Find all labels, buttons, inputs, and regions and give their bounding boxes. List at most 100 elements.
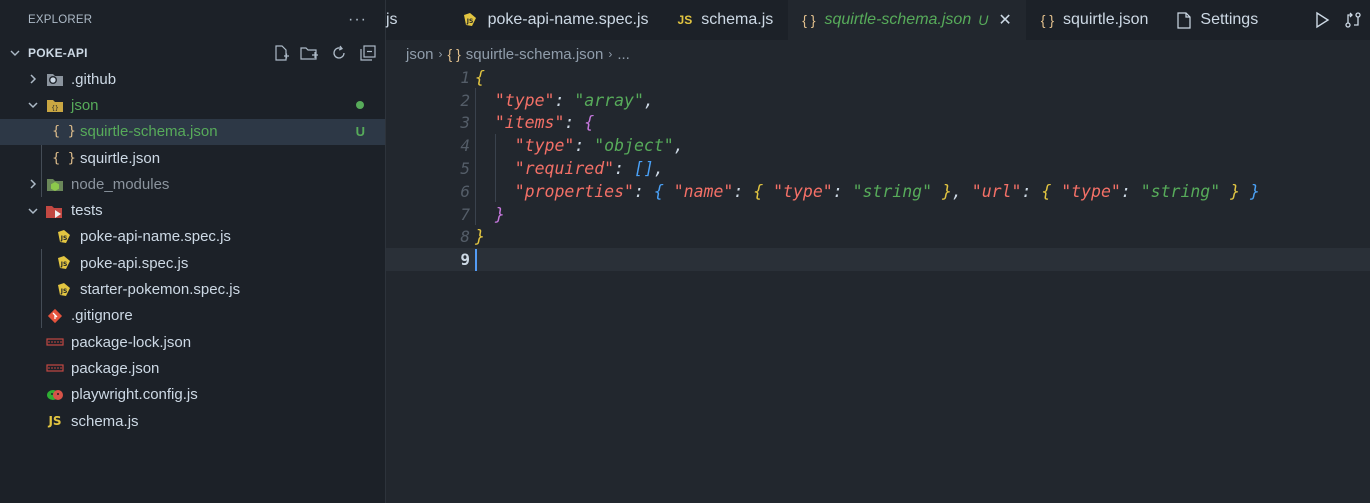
breadcrumb-more[interactable]: ... [617,46,630,63]
tab-squirtle-schema-json[interactable]: { } squirtle-schema.json U ✕ [788,0,1027,40]
code-line: 4 "type": "object", [386,134,1370,157]
collapse-all-icon[interactable] [358,43,377,62]
explorer-title: EXPLORER [28,14,93,26]
tree-file[interactable]: JS poke-api-name.spec.js [0,224,385,250]
line-number: 5 [460,159,470,179]
untracked-badge: U [978,12,989,28]
code-text: "type": "array", [494,90,654,110]
playwright-file-icon [45,386,65,404]
code-line: 8 } [386,226,1370,249]
code-line: 1 { [386,66,1370,89]
code-text: { [475,67,485,87]
tab-poke-api-name-spec-js[interactable]: JS poke-api-name.spec.js [418,0,664,40]
node-folder-icon [45,175,65,193]
tab-settings[interactable]: Settings [1163,0,1274,40]
chevron-right-icon[interactable] [25,73,41,85]
tab-label: poke-api-name.spec.js [487,11,649,28]
spec-file-icon: JS [54,281,74,299]
tab-schema-js[interactable]: JS schema.js [663,0,789,40]
svg-text:JS: JS [60,235,68,242]
tree-file[interactable]: { } squirtle.json [0,145,385,171]
json-file-icon: { } [52,124,76,140]
run-icon[interactable] [1314,11,1330,29]
chevron-down-icon[interactable] [25,206,41,216]
breadcrumb-folder[interactable]: json [406,46,434,63]
breadcrumb: json › { } squirtle-schema.json › ... [406,42,630,66]
changes-dot [356,101,364,110]
explorer-header: EXPLORER ··· [0,0,385,40]
tree-file[interactable]: playwright.config.js [0,382,385,408]
tests-folder-icon [45,202,65,220]
explorer-sidebar: EXPLORER ··· POKE-API .github {} json { } sq… [0,0,386,503]
tree-file[interactable]: package-lock.json [0,329,385,355]
refresh-icon[interactable] [329,43,348,62]
tree-file[interactable]: { } squirtle-schema.json U [0,118,385,145]
tree-folder[interactable]: {} json [0,92,385,118]
tree-file[interactable]: package.json [0,355,385,381]
tree-folder[interactable]: node_modules [0,171,385,197]
tree-item-label: .github [71,70,117,88]
tree-folder[interactable]: tests [0,197,385,223]
untracked-badge: U [355,124,365,140]
tree-file[interactable]: .gitignore [0,303,385,329]
code-line: 2 "type": "array", [386,89,1370,112]
tree-item-label: squirtle.json [80,149,161,167]
line-number: 2 [460,90,470,110]
github-folder-icon [45,70,65,88]
tab-label: squirtle-schema.json [824,11,972,28]
tab-label: js [386,11,398,28]
json-file-icon: { } [802,12,816,28]
more-actions-icon[interactable]: ··· [348,11,367,29]
current-line: 9 [386,248,1370,272]
compare-changes-icon[interactable] [1344,11,1362,29]
editor-actions [1300,0,1370,40]
editor-tabs: js JS poke-api-name.spec.js JS schema.js { } s… [386,0,1370,40]
line-number: 6 [460,181,470,201]
line-number: 3 [460,113,470,133]
tab-js[interactable]: js [386,0,419,40]
project-section-header[interactable]: POKE-API [0,40,385,66]
code-line: 6 "properties": { "name": { "type": "str… [386,180,1370,203]
chevron-right-icon: › [438,47,443,61]
chevron-down-icon[interactable] [25,100,41,110]
new-file-icon[interactable] [271,43,290,62]
code-text: "type": "object", [514,136,684,156]
tree-file[interactable]: JS schema.js [0,408,385,434]
svg-text:JS: JS [465,18,473,25]
code-line: 3 "items": { [386,112,1370,135]
code-text: "properties": { "name": { "type": "strin… [514,181,1260,201]
settings-file-icon [1177,11,1191,29]
tree-item-label: tests [71,202,103,220]
line-number: 8 [460,227,470,247]
close-icon[interactable]: ✕ [998,10,1011,30]
tree-file[interactable]: JS starter-pokemon.spec.js [0,276,385,302]
tree-item-label: json [71,96,99,114]
tree-item-label: .gitignore [71,307,133,325]
breadcrumb-file[interactable]: squirtle-schema.json [466,46,604,63]
tree-item-label: poke-api.spec.js [80,254,189,272]
js-file-icon: JS [677,13,693,27]
tab-squirtle-json[interactable]: { } squirtle.json [1026,0,1164,40]
tree-item-label: squirtle-schema.json [80,123,218,141]
text-cursor [475,248,477,271]
npm-file-icon [45,359,65,377]
chevron-down-icon [8,47,22,59]
file-tree: .github{} json{ } squirtle-schema.json U{ }… [0,66,385,434]
code-line: 5 "required": [], [386,157,1370,180]
code-text: } [494,204,505,224]
project-title: POKE-API [28,46,88,60]
chevron-right-icon: › [608,47,613,61]
json-folder-icon: {} [45,96,65,114]
json-file-icon: { } [1040,12,1055,28]
tree-item-label: node_modules [71,175,170,193]
new-folder-icon[interactable] [300,43,319,62]
code-text: "items": { [494,113,595,133]
line-number: 7 [460,204,470,224]
json-file-icon: { } [447,46,461,62]
chevron-right-icon[interactable] [25,178,41,190]
tree-folder[interactable]: .github [0,66,385,92]
git-file-icon [45,307,65,325]
code-editor[interactable]: 1 { 2 "type": "array", 3 "items": { 4 "t… [386,66,1370,503]
tree-file[interactable]: JS poke-api.spec.js [0,250,385,276]
tab-label: squirtle.json [1063,11,1149,28]
